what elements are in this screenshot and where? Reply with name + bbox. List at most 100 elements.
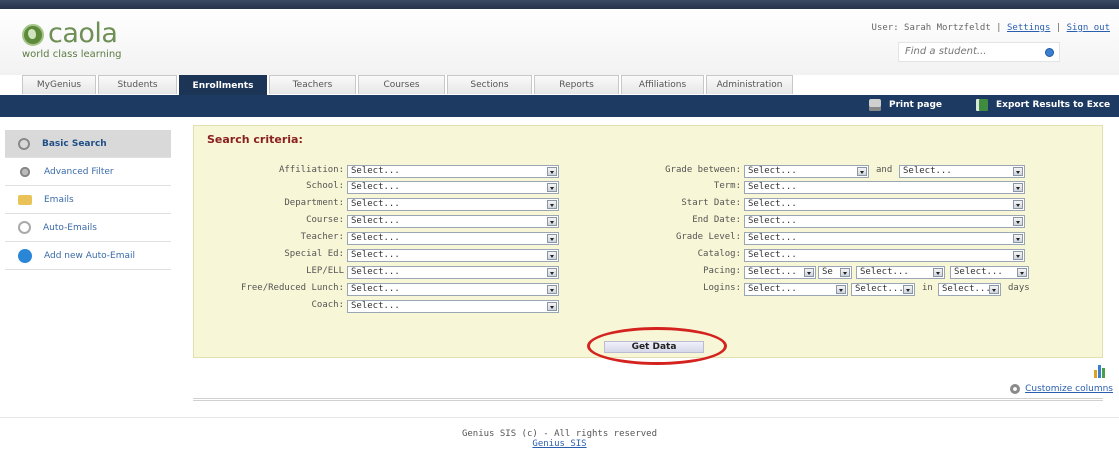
special-ed-select[interactable]: Select...: [347, 249, 559, 262]
lep-ell-select[interactable]: Select...: [347, 266, 559, 279]
grade-to-select[interactable]: Select...: [899, 165, 1025, 178]
tab-affiliations[interactable]: Affiliations: [621, 75, 704, 94]
student-search-input[interactable]: [905, 46, 1025, 57]
footer: Genius SIS (c) - All rights reserved Gen…: [0, 429, 1119, 449]
tab-enrollments[interactable]: Enrollments: [179, 75, 267, 95]
days-text: days: [1008, 283, 1030, 293]
action-bar: Print page Export Results to Exce: [0, 95, 1119, 117]
chevron-down-icon: [547, 234, 557, 243]
sidebar-item-label: Emails: [44, 194, 74, 205]
start-date-select[interactable]: Select...: [744, 198, 1025, 211]
end-date-select-value: Select...: [748, 216, 797, 226]
affiliation-select[interactable]: Select...: [347, 165, 559, 178]
teacher-select[interactable]: Select...: [347, 232, 559, 245]
export-excel-action[interactable]: Export Results to Exce: [976, 99, 1110, 111]
sidebar-item-advanced-filter[interactable]: Advanced Filter: [5, 158, 171, 186]
chevron-down-icon: [547, 183, 557, 192]
department-label: Department:: [284, 198, 344, 208]
chevron-down-icon: [1013, 167, 1023, 176]
logins-select-1[interactable]: Select...: [744, 283, 848, 296]
customize-columns-link[interactable]: Customize columns: [1010, 384, 1113, 394]
school-select-value: Select...: [351, 182, 400, 192]
sidebar-item-basic-search[interactable]: Basic Search: [5, 130, 171, 158]
pacing-select-3[interactable]: Select...: [856, 266, 945, 279]
school-select[interactable]: Select...: [347, 181, 559, 194]
chevron-down-icon: [547, 251, 557, 260]
print-page-label: Print page: [889, 100, 943, 110]
footer-link[interactable]: Genius SIS: [532, 439, 586, 449]
tab-mygenius[interactable]: MyGenius: [22, 75, 96, 94]
end-date-select[interactable]: Select...: [744, 215, 1025, 228]
special-ed-select-value: Select...: [351, 250, 400, 260]
tab-administration[interactable]: Administration: [706, 75, 793, 94]
sidebar: Basic Search Advanced Filter Emails Auto-Em…: [5, 130, 171, 270]
logo-word: caola: [48, 18, 118, 49]
tab-sections[interactable]: Sections: [447, 75, 532, 94]
free-reduced-lunch-select[interactable]: Select...: [347, 283, 559, 296]
catalog-select[interactable]: Select...: [744, 249, 1025, 262]
catalog-label: Catalog:: [697, 249, 741, 259]
tab-reports[interactable]: Reports: [534, 75, 619, 94]
chart-icon[interactable]: [1094, 364, 1106, 378]
chevron-down-icon: [547, 285, 557, 294]
affiliation-label: Affiliation:: [278, 165, 344, 175]
pacing-select-4-value: Select...: [954, 267, 1003, 277]
department-select[interactable]: Select...: [347, 198, 559, 211]
course-label: Course:: [306, 215, 344, 225]
logins-select-3[interactable]: Select...: [938, 283, 1001, 296]
sidebar-item-auto-emails[interactable]: Auto-Emails: [5, 214, 171, 242]
teacher-select-value: Select...: [351, 233, 400, 243]
term-select-value: Select...: [748, 182, 797, 192]
excel-icon: [976, 99, 988, 111]
clock-icon: [18, 221, 31, 234]
header: caola world class learning User: Sarah M…: [0, 9, 1119, 75]
footer-divider: [0, 417, 1119, 418]
grade-level-select[interactable]: Select...: [744, 232, 1025, 245]
logins-select-2[interactable]: Select...: [851, 283, 915, 296]
grade-between-label: Grade between:: [665, 165, 741, 175]
search-icon[interactable]: [1045, 48, 1054, 57]
grade-from-select-value: Select...: [748, 166, 797, 176]
logins-select-1-value: Select...: [748, 284, 797, 294]
sidebar-item-emails[interactable]: Emails: [5, 186, 171, 214]
chevron-down-icon: [547, 302, 557, 311]
panel-title: Search criteria:: [207, 133, 303, 146]
pacing-select-2[interactable]: Se: [818, 266, 852, 279]
coach-select[interactable]: Select...: [347, 300, 559, 313]
grade-from-select[interactable]: Select...: [744, 165, 869, 178]
catalog-select-value: Select...: [748, 250, 797, 260]
print-page-action[interactable]: Print page: [869, 99, 942, 111]
tab-students[interactable]: Students: [98, 75, 177, 94]
envelope-icon: [18, 194, 32, 205]
logo-tagline: world class learning: [22, 49, 122, 60]
department-select-value: Select...: [351, 199, 400, 209]
lep-ell-select-value: Select...: [351, 267, 400, 277]
tab-teachers[interactable]: Teachers: [269, 75, 356, 94]
coach-select-value: Select...: [351, 301, 400, 311]
free-reduced-lunch-select-value: Select...: [351, 284, 400, 294]
chevron-down-icon: [933, 268, 943, 277]
chevron-down-icon: [1013, 217, 1023, 226]
highlight-ring: [587, 327, 727, 365]
sidebar-item-label: Basic Search: [42, 138, 107, 149]
settings-link[interactable]: Settings: [1007, 23, 1050, 33]
and-text: and: [876, 165, 893, 175]
grade-level-label: Grade Level:: [675, 232, 741, 242]
term-select[interactable]: Select...: [744, 181, 1025, 194]
pacing-select-1[interactable]: Select...: [744, 266, 816, 279]
signout-link[interactable]: Sign out: [1067, 23, 1110, 33]
tab-courses[interactable]: Courses: [358, 75, 445, 94]
logo[interactable]: caola world class learning: [22, 18, 142, 62]
chevron-down-icon: [1013, 183, 1023, 192]
student-search: [898, 42, 1060, 62]
chevron-down-icon: [840, 268, 850, 277]
course-select[interactable]: Select...: [347, 215, 559, 228]
pacing-select-4[interactable]: Select...: [950, 266, 1029, 279]
special-ed-label: Special Ed:: [284, 249, 344, 259]
start-date-select-value: Select...: [748, 199, 797, 209]
teacher-label: Teacher:: [300, 232, 344, 242]
sidebar-item-add-new-auto-email[interactable]: Add new Auto-Email: [5, 242, 171, 270]
course-select-value: Select...: [351, 216, 400, 226]
term-label: Term:: [713, 181, 741, 191]
sidebar-item-label: Advanced Filter: [44, 166, 114, 177]
